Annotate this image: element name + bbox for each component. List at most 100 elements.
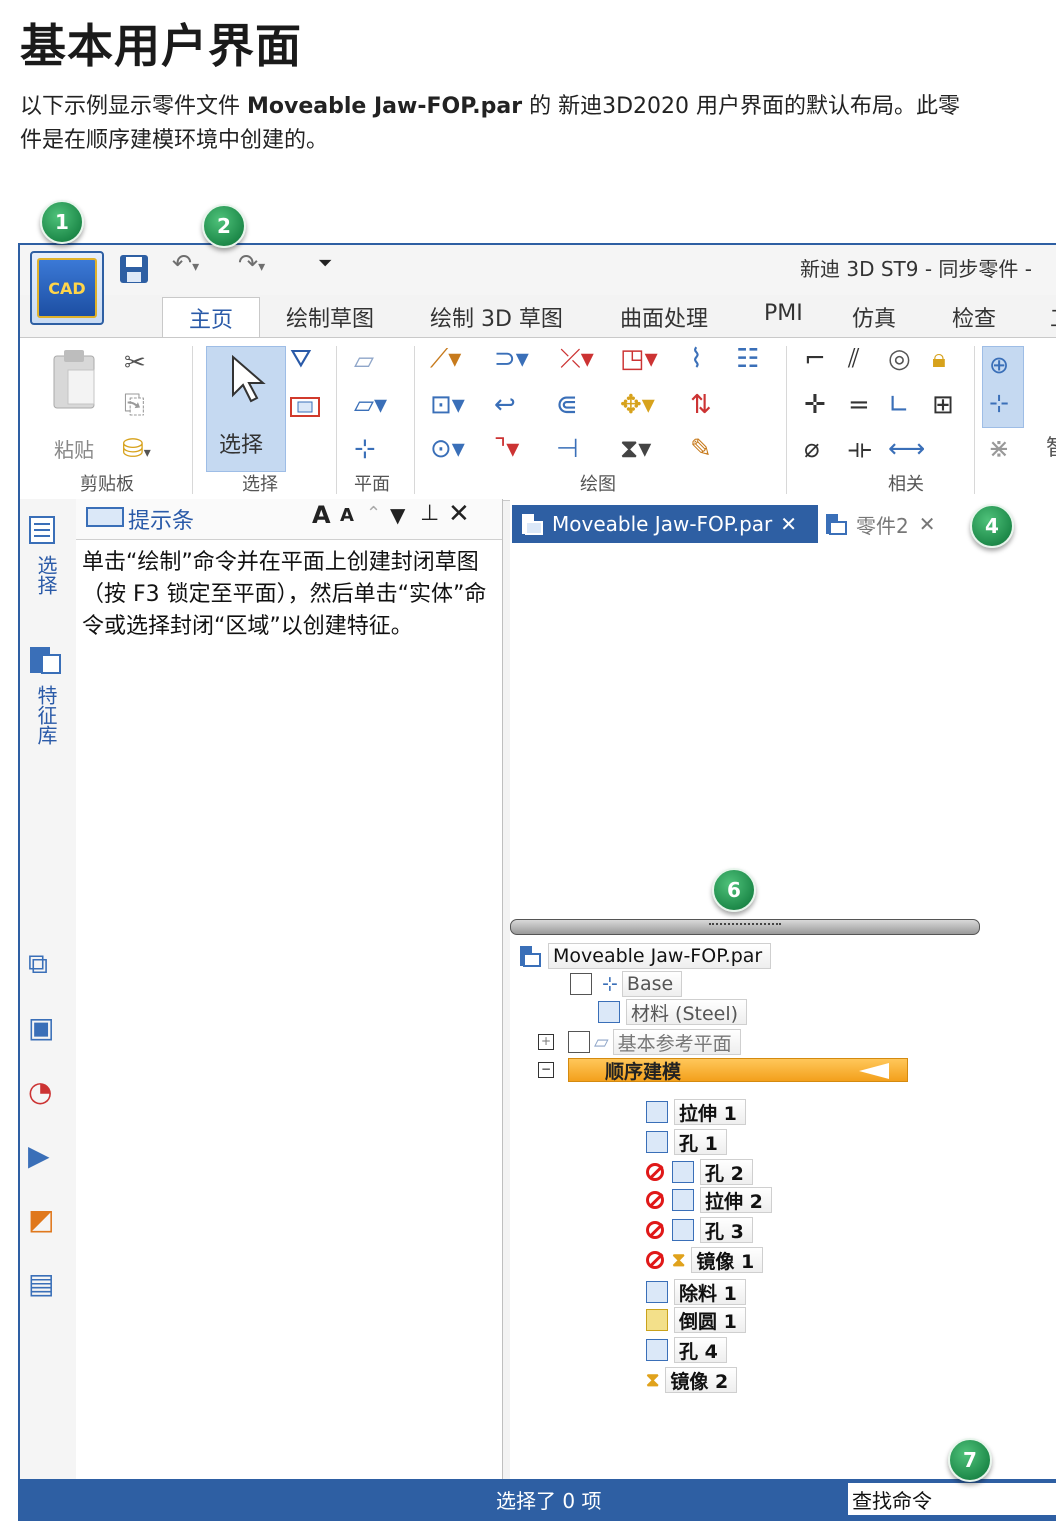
close-tab-icon[interactable]: ✕ <box>919 512 936 536</box>
redo-button[interactable]: ↷▾ <box>238 249 265 277</box>
copy-button[interactable]: ⎘ <box>124 390 145 421</box>
collapse-icon[interactable]: − <box>538 1062 554 1078</box>
tab-tools[interactable]: 工 <box>1050 301 1056 333</box>
select-tools-button[interactable] <box>290 396 320 422</box>
select-button[interactable]: 选择 <box>206 346 286 472</box>
tree-root[interactable]: Moveable Jaw-FOP.par <box>518 943 772 969</box>
graphics-window[interactable]: Moveable Jaw-FOP.par ⊹ Base 材料 (Steel) +… <box>510 547 1056 1479</box>
extrude-icon <box>646 1101 668 1123</box>
rectangle-button[interactable]: ⊡▾ <box>430 390 465 420</box>
parallel-button[interactable]: ⫽ <box>848 344 860 375</box>
tab-surfacing[interactable]: 曲面处理 <box>620 301 708 333</box>
rail-tab-views[interactable]: ▣ <box>28 1011 54 1044</box>
undo-button[interactable]: ↶▾ <box>172 249 199 277</box>
tree-feature-hole-4[interactable]: 孔 4 <box>646 1337 727 1363</box>
mirror-button[interactable]: ⧗▾ <box>620 434 651 465</box>
tree-feature-extrude-1[interactable]: 拉伸 1 <box>646 1099 746 1125</box>
tab-sketch[interactable]: 绘制草图 <box>286 301 374 333</box>
arc-button[interactable]: ⊃▾ <box>494 344 529 374</box>
doc-tab-part2[interactable]: 零件2 ✕ <box>824 505 936 543</box>
decrease-font-button[interactable]: A <box>340 505 354 526</box>
save-button[interactable] <box>118 253 150 289</box>
tree-node-sequential[interactable]: − 顺序建模 <box>538 1057 908 1083</box>
lock-button[interactable]: 🔒︎ <box>932 344 946 375</box>
tree-feature-round-1[interactable]: 倒圆 1 <box>646 1307 746 1333</box>
paste-special-button[interactable]: ⛁▾ <box>122 434 151 464</box>
command-finder-input[interactable]: 查找命令 <box>848 1483 1056 1515</box>
intellisketch-button[interactable]: ⌇ <box>690 344 703 374</box>
group-label-draw: 绘图 <box>580 474 616 495</box>
expand-icon[interactable]: + <box>538 1034 554 1050</box>
tree-feature-mirror-1[interactable]: ⧗ 镜像 1 <box>646 1247 764 1273</box>
tangent-button[interactable]: ⌀ <box>804 434 820 464</box>
circle-button[interactable]: ⊙▾ <box>430 434 465 464</box>
extend-icon: ⊣ <box>556 434 579 464</box>
convert-button[interactable]: ⇅ <box>690 390 712 420</box>
rail-tab-properties[interactable]: ▤ <box>28 1267 54 1300</box>
rail-tab-analysis[interactable]: ◔ <box>28 1075 52 1108</box>
pin-button[interactable]: ⊥ <box>420 501 439 526</box>
coordinate-system-button[interactable]: ⊹ <box>354 434 376 464</box>
offset-button[interactable]: ⋐ <box>556 390 578 420</box>
symmetric-button[interactable]: ⟛ <box>848 434 872 465</box>
connect-button[interactable]: ✛ <box>804 390 826 420</box>
connect-icon: ✛ <box>804 390 826 420</box>
doc-tab-moveable-jaw[interactable]: Moveable Jaw-FOP.par ✕ <box>512 505 818 543</box>
tree-node-material[interactable]: 材料 (Steel) <box>598 999 748 1025</box>
smart-dimension-button[interactable]: ⊞ <box>932 390 954 420</box>
move-button[interactable]: ✥▾ <box>620 390 655 420</box>
tree-feature-mirror-2[interactable]: ⧗ 镜像 2 <box>646 1367 738 1393</box>
pathfinder-splitter[interactable] <box>510 919 980 935</box>
tab-home[interactable]: 主页 <box>162 297 260 338</box>
dimension-options-button[interactable]: ⋇ <box>988 434 1010 464</box>
tree-feature-hole-2[interactable]: 孔 2 <box>646 1159 753 1185</box>
checkbox[interactable] <box>568 1031 590 1053</box>
tab-simulation[interactable]: 仿真 <box>852 301 896 333</box>
tab-inspect[interactable]: 检查 <box>952 301 996 333</box>
corner-button[interactable]: ⌝▾ <box>494 434 519 464</box>
tree-node-ref-planes[interactable]: + ▱ 基本参考平面 <box>538 1029 741 1055</box>
coincident-plane-button[interactable]: ▱ <box>354 346 374 376</box>
options-button[interactable]: ▼ <box>390 503 405 527</box>
paste-button[interactable] <box>50 348 98 414</box>
equal-button[interactable]: = <box>848 390 870 420</box>
close-pane-button[interactable]: ✕ <box>448 499 470 529</box>
tree-node-base[interactable]: ⊹ Base <box>570 971 683 997</box>
pen-button[interactable]: ✎ <box>690 434 712 464</box>
curve-button[interactable]: ↩ <box>494 390 516 420</box>
tab-pmi[interactable]: PMI <box>764 301 803 326</box>
sketch-view-button[interactable]: ☷ <box>736 344 759 374</box>
plane-icon: ▱ <box>594 1031 609 1053</box>
close-tab-icon[interactable]: ✕ <box>780 512 797 536</box>
rail-tab-results[interactable]: ◩ <box>28 1203 54 1236</box>
select-box-icon <box>290 397 320 417</box>
increase-font-button[interactable]: A <box>312 501 331 529</box>
trim-button[interactable]: ⤫▾ <box>560 344 594 375</box>
select-filter-button[interactable]: ⛛ <box>290 344 312 375</box>
tree-feature-hole-3[interactable]: 孔 3 <box>646 1217 753 1243</box>
customize-qat-button[interactable]: ⏷ <box>318 253 332 274</box>
perpendicular-button[interactable]: ⌐ <box>804 344 826 374</box>
checkbox[interactable] <box>570 973 592 995</box>
concentric-button[interactable]: ◎ <box>888 344 911 374</box>
plane-options-button[interactable]: ▱▾ <box>354 390 387 420</box>
tree-feature-hole-1[interactable]: 孔 1 <box>646 1129 727 1155</box>
line-button[interactable]: ⟋▾ <box>430 344 461 375</box>
tree-feature-extrude-2[interactable]: 拉伸 2 <box>646 1187 772 1213</box>
maintain-relationships-button[interactable]: ⊕ ⊹ <box>982 346 1024 428</box>
horizontal-vertical-button[interactable]: ∟ <box>888 390 910 420</box>
collapse-button[interactable]: ⌃ <box>366 503 381 524</box>
tree-feature-cut-1[interactable]: 除料 1 <box>646 1279 746 1305</box>
rail-tab-video[interactable]: ▶ <box>28 1139 50 1172</box>
tab-3d-sketch[interactable]: 绘制 3D 草图 <box>430 301 563 333</box>
fillet-button[interactable]: ◳▾ <box>620 344 658 374</box>
sequential-modeling-bar[interactable]: 顺序建模 <box>568 1058 908 1083</box>
cut-button[interactable]: ✂ <box>124 348 146 378</box>
rail-tab-layers[interactable]: ⧉ <box>28 947 48 981</box>
collinear-button[interactable]: ⟷ <box>888 434 925 464</box>
part-file-icon <box>826 514 847 535</box>
callout-7: 7 <box>948 1438 992 1482</box>
extend-button[interactable]: ⊣ <box>556 434 579 464</box>
arc-icon: ⊃▾ <box>494 344 529 374</box>
group-label-relate: 相关 <box>888 474 924 495</box>
